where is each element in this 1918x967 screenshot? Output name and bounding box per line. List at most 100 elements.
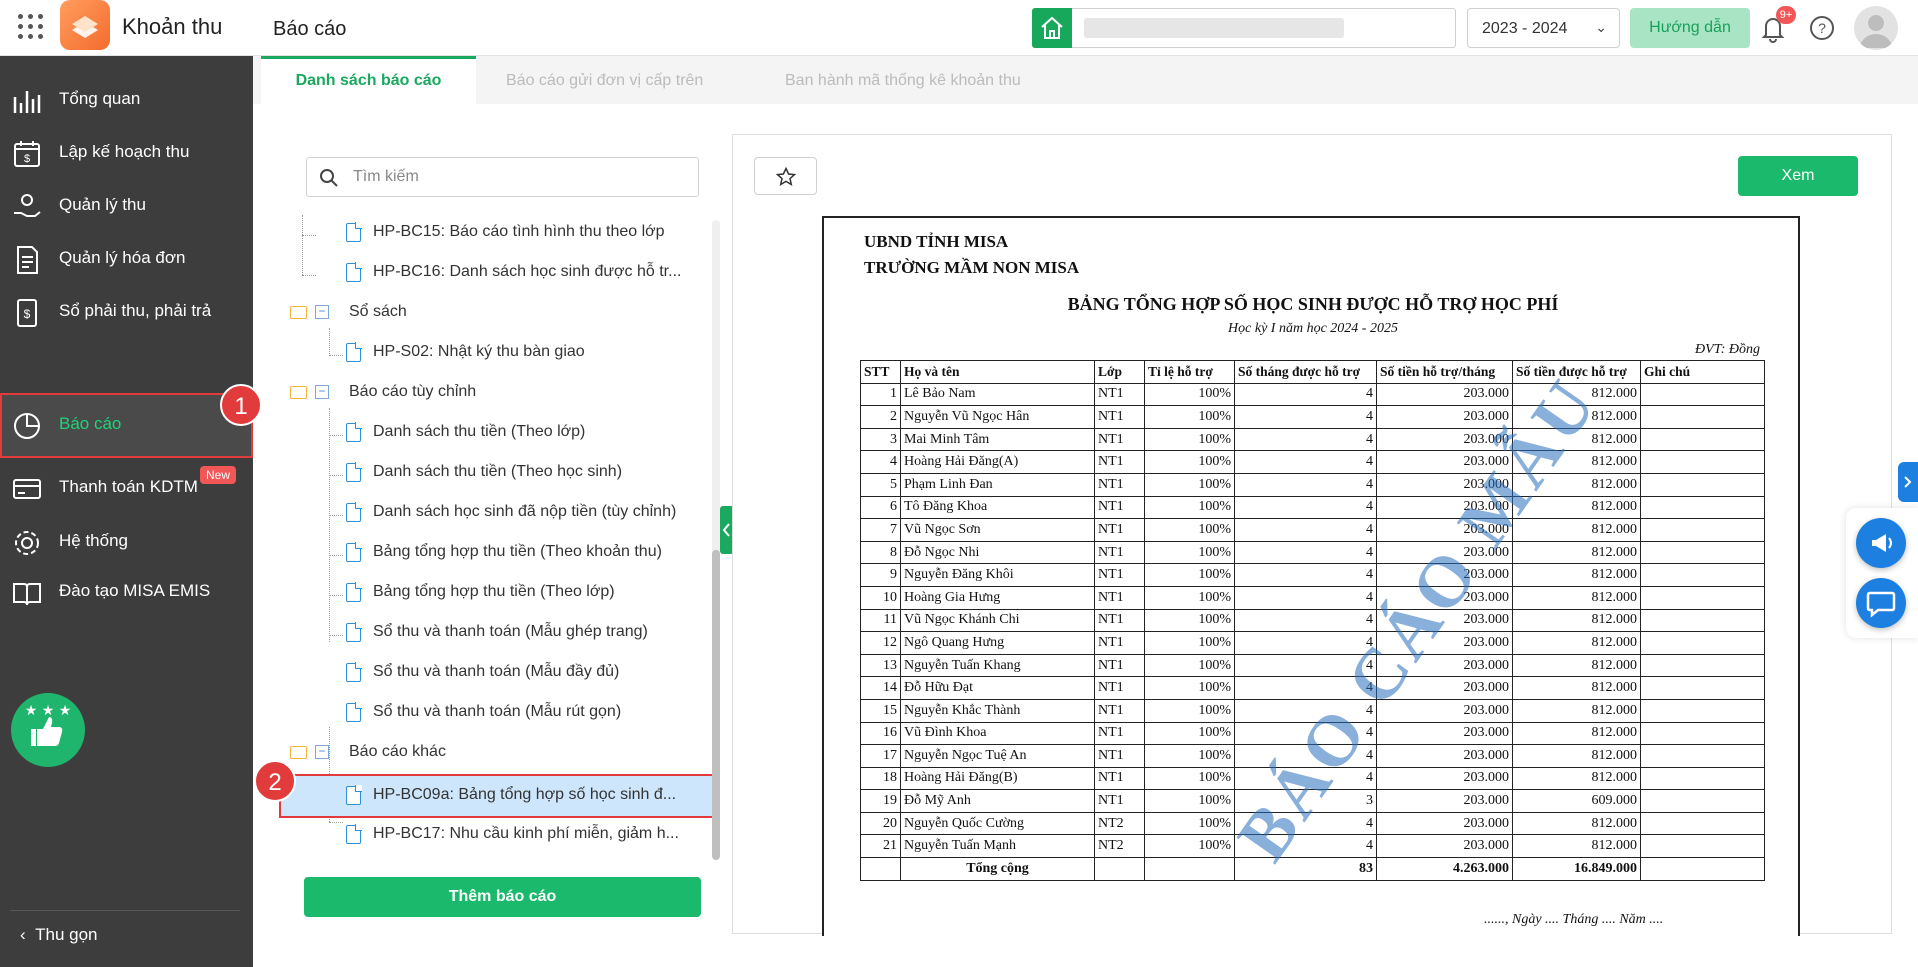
report-column-header: Số tiền được hỗ trợ: [1512, 360, 1641, 384]
avatar[interactable]: [1854, 6, 1898, 50]
tree-folder[interactable]: − Báo cáo khác: [286, 739, 706, 767]
table-cell: [1640, 811, 1765, 836]
feedback-button[interactable]: ★ ★ ★: [11, 693, 85, 767]
tree-folder[interactable]: − Báo cáo tùy chỉnh: [286, 379, 706, 407]
table-cell: Nguyễn Khắc Thành: [900, 698, 1095, 723]
sidebar-item-training[interactable]: Đào tạo MISA EMIS: [0, 560, 253, 625]
school-year-select[interactable]: 2023 - 2024 ⌄: [1467, 8, 1620, 48]
table-cell: Nguyễn Tuấn Khang: [900, 653, 1095, 678]
table-cell: 812.000: [1512, 653, 1641, 678]
table-row: 8 Đỗ Ngọc Nhi NT1 100% 4 203.000 812.000: [860, 540, 1765, 565]
report-column-header: Tỉ lệ hỗ trợ: [1144, 360, 1235, 384]
tree-item[interactable]: Bảng tổng hợp thu tiền (Theo khoản thu): [286, 539, 706, 567]
table-cell: 100%: [1144, 698, 1235, 723]
collapse-node-icon[interactable]: −: [315, 385, 329, 399]
report-search-input[interactable]: Tìm kiếm: [306, 157, 699, 197]
table-cell: NT1: [1094, 450, 1145, 474]
table-cell: 4: [860, 450, 901, 474]
sidebar-item-reports[interactable]: Báo cáo: [0, 393, 253, 458]
table-cell: Ngô Quang Hưng: [900, 631, 1095, 655]
report-column-header: Số tháng được hỗ trợ: [1234, 360, 1377, 384]
table-cell: 8: [860, 540, 901, 565]
report-column-header: Lớp: [1094, 360, 1145, 384]
tree-folder[interactable]: − Sổ sách: [286, 299, 706, 327]
thumbs-up-stars-icon: ★ ★ ★: [25, 703, 71, 746]
guide-button[interactable]: Hướng dẫn: [1630, 8, 1750, 48]
tree-item[interactable]: HP-BC16: Danh sách học sinh được hỗ tr..…: [286, 259, 706, 287]
add-report-button[interactable]: Thêm báo cáo: [304, 877, 701, 917]
table-cell: 1: [860, 382, 901, 407]
table-cell: 16: [860, 721, 901, 746]
chat-button[interactable]: [1856, 578, 1906, 628]
right-drawer-toggle[interactable]: [1898, 462, 1918, 502]
table-cell: 812.000: [1512, 811, 1641, 836]
table-cell: NT1: [1094, 427, 1145, 452]
table-cell: NT1: [1094, 563, 1145, 587]
help-icon[interactable]: ?: [1808, 14, 1836, 42]
table-row: 9 Nguyễn Đăng Khôi NT1 100% 4 203.000 812.000: [860, 563, 1765, 587]
collapse-sidebar-button[interactable]: ‹ Thu gọn: [20, 925, 98, 945]
tree-item-label: Danh sách thu tiền (Theo lớp): [373, 423, 586, 440]
table-cell: 14: [860, 676, 901, 700]
announcement-button[interactable]: [1856, 518, 1906, 568]
collapse-node-icon[interactable]: −: [315, 745, 329, 759]
table-cell: [1640, 766, 1765, 791]
tab-statistics-code[interactable]: Ban hành mã thống kê khoản thu: [785, 72, 1021, 90]
table-cell: 203.000: [1376, 382, 1513, 407]
svg-text:?: ?: [1818, 20, 1826, 36]
tree-item[interactable]: Danh sách thu tiền (Theo học sinh): [286, 459, 706, 487]
tab-report-to-superior[interactable]: Báo cáo gửi đơn vị cấp trên: [506, 72, 703, 90]
document-icon: [346, 462, 362, 482]
table-cell: Hoàng Hải Đăng(B): [900, 766, 1095, 791]
document-icon: [346, 262, 362, 282]
app-logo: [60, 0, 110, 50]
app-grid-icon[interactable]: [18, 14, 44, 40]
tree-item-selected[interactable]: HP-BC09a: Bảng tổng hợp số học sinh đ...: [279, 774, 715, 818]
table-cell: NT1: [1094, 540, 1145, 565]
table-cell: 100%: [1144, 653, 1235, 678]
global-search-input[interactable]: [1072, 8, 1456, 48]
tree-item[interactable]: HP-BC15: Báo cáo tình hình thu theo lớp: [286, 219, 706, 247]
table-cell: [1640, 563, 1765, 587]
table-cell: 4: [1234, 472, 1377, 497]
home-button[interactable]: [1032, 8, 1072, 48]
search-placeholder: Tìm kiếm: [353, 168, 419, 185]
table-cell: NT2: [1094, 811, 1145, 836]
favorite-button[interactable]: [754, 157, 817, 195]
table-cell: 100%: [1144, 608, 1235, 633]
document-icon: [346, 582, 362, 602]
sidebar-item-ledger[interactable]: $ Sổ phải thu, phải trả: [0, 280, 253, 345]
table-cell: [1640, 676, 1765, 700]
table-cell: NT1: [1094, 518, 1145, 542]
table-cell: NT1: [1094, 653, 1145, 678]
table-cell: 203.000: [1376, 766, 1513, 791]
table-cell: 100%: [1144, 563, 1235, 587]
table-cell: NT1: [1094, 631, 1145, 655]
tree-item[interactable]: HP-S02: Nhật ký thu bàn giao: [286, 339, 706, 367]
tree-item[interactable]: Danh sách học sinh đã nộp tiền (tùy chỉn…: [286, 499, 706, 527]
table-cell: 100%: [1144, 472, 1235, 497]
report-org-1: UBND TỈNH MISA: [864, 232, 1009, 251]
tree-item[interactable]: HP-BC17: Nhu cầu kinh phí miễn, giảm h..…: [286, 821, 706, 849]
table-cell: [1640, 495, 1765, 520]
report-subtitle: Học kỳ I năm học 2024 - 2025: [1228, 321, 1398, 336]
table-cell: [1640, 631, 1765, 655]
table-cell: 4: [1234, 518, 1377, 542]
table-cell: [1640, 653, 1765, 678]
tree-item[interactable]: Danh sách thu tiền (Theo lớp): [286, 419, 706, 447]
collapse-node-icon[interactable]: −: [315, 305, 329, 319]
tree-item[interactable]: Bảng tổng hợp thu tiền (Theo lớp): [286, 579, 706, 607]
tree-scrollbar-thumb[interactable]: [712, 550, 720, 860]
document-icon: [346, 622, 362, 642]
school-year-value: 2023 - 2024: [1482, 20, 1568, 37]
sidebar-item-label: Lập kế hoạch thu: [59, 142, 190, 161]
tab-report-list[interactable]: Danh sách báo cáo: [261, 56, 476, 104]
table-cell: 609.000: [1512, 789, 1641, 813]
report-column-header: Số tiền hỗ trợ/tháng: [1376, 360, 1513, 384]
tree-item[interactable]: Sổ thu và thanh toán (Mẫu rút gọn): [286, 699, 706, 727]
tree-item[interactable]: Sổ thu và thanh toán (Mẫu đầy đủ): [286, 659, 706, 687]
sidebar-item-label: Sổ phải thu, phải trả: [59, 301, 212, 320]
table-cell: 203.000: [1376, 721, 1513, 746]
view-button[interactable]: Xem: [1738, 156, 1858, 196]
tree-item[interactable]: Sổ thu và thanh toán (Mẫu ghép trang): [286, 619, 706, 647]
